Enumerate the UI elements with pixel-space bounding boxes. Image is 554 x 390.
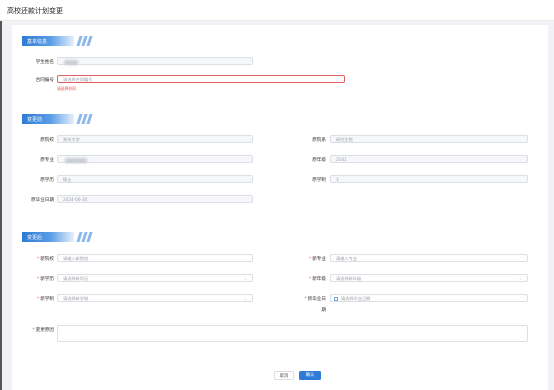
- chevron-down-icon: ⌵: [243, 296, 247, 301]
- left-edge: [0, 0, 2, 390]
- student-name-label: 学生姓名: [35, 60, 54, 65]
- new-school-input[interactable]: 请输入新院校: [57, 254, 253, 262]
- old-dept-value: 研究生院: [336, 137, 353, 143]
- old-length-label: 原学制: [312, 178, 326, 183]
- old-school-label: 原院校: [40, 138, 54, 143]
- old-grad-value: 2024-06-30: [63, 197, 88, 203]
- old-major-label: 原专业: [40, 158, 54, 163]
- chevron-down-icon: ⌵: [518, 276, 522, 281]
- old-grade-value: 2101: [336, 157, 347, 163]
- new-grad-label-cont: 期: [321, 308, 326, 313]
- change-reason-textarea[interactable]: [57, 325, 528, 342]
- new-grad-date-picker[interactable]: 请选择毕业日期: [330, 294, 528, 302]
- contract-placeholder: 请选择合同编号: [63, 77, 93, 83]
- old-grade-label: 原年级: [312, 158, 326, 163]
- new-degree-select[interactable]: 请选择新学历 ⌵: [57, 274, 253, 282]
- old-school-value: 郑州大学: [63, 137, 80, 143]
- chevron-down-icon: ⌵: [243, 276, 247, 281]
- old-dept-label: 原院系: [312, 138, 326, 143]
- new-length-select[interactable]: 请选择新学制 ⌵: [57, 294, 253, 302]
- new-grade-label: *新年级: [308, 277, 326, 282]
- old-degree-label: 原学历: [40, 178, 54, 183]
- old-degree-value: 硕士: [63, 177, 72, 183]
- section-before-header: 变更前: [22, 114, 112, 124]
- form-card: 基本信息 学生姓名 合同编号 请选择合同编号 ⌵ 请选择合同 变更前 原院校 郑…: [12, 25, 548, 390]
- old-dept-field: 研究生院: [330, 135, 528, 143]
- new-school-label: *新院校: [36, 257, 54, 262]
- chevron-down-icon: ⌵: [335, 77, 339, 82]
- section-after-title: 变更后: [27, 235, 43, 241]
- contract-select[interactable]: 请选择合同编号 ⌵: [57, 75, 345, 83]
- new-degree-label: *新学历: [36, 277, 54, 282]
- new-major-placeholder: 请输入专业: [336, 256, 357, 262]
- new-grad-placeholder: 请选择毕业日期: [341, 296, 371, 302]
- new-degree-placeholder: 请选择新学历: [63, 276, 89, 282]
- contract-label: 合同编号: [35, 78, 54, 83]
- student-name-field: [57, 57, 253, 65]
- old-grade-field: 2101: [330, 155, 528, 163]
- section-basic-title: 基本信息: [27, 39, 48, 45]
- cancel-button[interactable]: 取消: [274, 371, 294, 380]
- old-major-field: [57, 155, 253, 163]
- old-grad-field: 2024-06-30: [57, 195, 253, 203]
- old-school-field: 郑州大学: [57, 135, 253, 143]
- new-school-placeholder: 请输入新院校: [63, 256, 89, 262]
- change-reason-label: *变更原因: [32, 328, 54, 333]
- new-major-label: *新专业: [308, 257, 326, 262]
- new-length-label: *新学制: [36, 297, 54, 302]
- calendar-icon: [334, 296, 338, 301]
- section-after-header: 变更后: [22, 232, 112, 242]
- page-title: 高校还款计划变更: [7, 7, 63, 15]
- old-degree-field: 硕士: [57, 175, 253, 183]
- old-length-field: 3: [330, 175, 528, 183]
- new-grade-placeholder: 请选择新年级: [336, 276, 362, 282]
- old-grad-label: 原毕业日期: [31, 198, 54, 203]
- contract-error: 请选择合同: [57, 86, 76, 91]
- section-before-title: 变更前: [27, 117, 43, 123]
- new-grad-label: *新毕业日: [304, 297, 326, 302]
- section-basic-header: 基本信息: [22, 36, 112, 46]
- new-length-placeholder: 请选择新学制: [63, 296, 89, 302]
- new-grade-select[interactable]: 请选择新年级 ⌵: [330, 274, 528, 282]
- header-bar: 高校还款计划变更: [0, 0, 554, 21]
- new-major-input[interactable]: 请输入专业: [330, 254, 528, 262]
- old-length-value: 3: [336, 177, 339, 183]
- confirm-button[interactable]: 确认: [299, 371, 321, 380]
